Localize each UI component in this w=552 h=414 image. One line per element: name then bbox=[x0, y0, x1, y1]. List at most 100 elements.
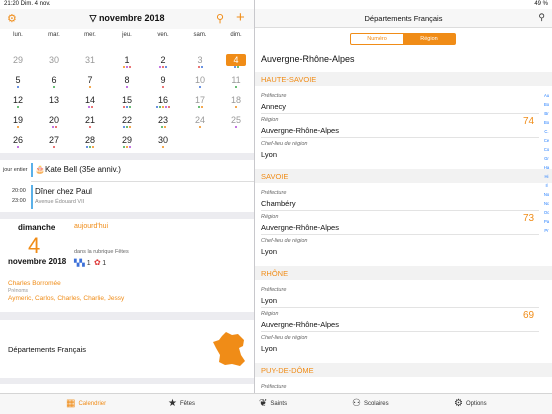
index-letter[interactable]: Hi bbox=[541, 172, 552, 181]
index-letter[interactable]: Br bbox=[541, 109, 552, 118]
chef-lieu-value[interactable]: Lyon bbox=[261, 344, 277, 353]
calendar-day[interactable]: 18 bbox=[218, 95, 254, 105]
calendar-day[interactable]: 20 bbox=[36, 115, 72, 125]
calendar-day[interactable]: 29 bbox=[0, 55, 36, 65]
chef-lieu-value[interactable]: Lyon bbox=[261, 247, 277, 256]
calendar-day[interactable]: 27 bbox=[36, 135, 72, 145]
saint-name[interactable]: Charles Borromée bbox=[8, 280, 61, 287]
calendar-day[interactable]: 21 bbox=[72, 115, 108, 125]
calendar-day[interactable]: 2 bbox=[145, 55, 181, 65]
index-letter[interactable]: Bo bbox=[541, 118, 552, 127]
index-letter[interactable]: Co bbox=[541, 145, 552, 154]
calendar-day[interactable]: 24 bbox=[182, 115, 218, 125]
weekday-header: ven. bbox=[157, 32, 169, 38]
event-dots bbox=[109, 86, 145, 90]
calendar-day[interactable]: 4 bbox=[218, 55, 254, 65]
calendar-day[interactable]: 28 bbox=[72, 135, 108, 145]
tab-fetes[interactable]: ★ Fêtes bbox=[168, 398, 195, 409]
event-dots bbox=[218, 106, 254, 110]
calendar-day[interactable]: 17 bbox=[182, 95, 218, 105]
calendar-day[interactable]: 31 bbox=[72, 55, 108, 65]
calendar-day[interactable]: 9 bbox=[145, 75, 181, 85]
index-letter[interactable]: No bbox=[541, 190, 552, 199]
event-dot bbox=[87, 106, 90, 108]
section-index[interactable]: Au Bo Br Bo C. Ce Co Gr Ha Hi Il No Nc Oc Pa Pr bbox=[541, 91, 552, 235]
event-dot bbox=[200, 66, 203, 68]
event-dots bbox=[109, 106, 145, 110]
calendar-day[interactable]: 26 bbox=[0, 135, 36, 145]
event-dot bbox=[123, 106, 125, 108]
sort-segmented-control: Numéro Région bbox=[350, 33, 456, 45]
event-dot bbox=[51, 126, 54, 128]
calendar-day[interactable]: 30 bbox=[36, 55, 72, 65]
prefecture-value[interactable]: Chambéry bbox=[261, 199, 296, 208]
index-letter[interactable]: C. bbox=[541, 127, 552, 136]
divider bbox=[261, 234, 539, 235]
calendar-day[interactable]: 14 bbox=[72, 95, 108, 105]
tab-scolaires[interactable]: ⚇ Scolaires bbox=[352, 398, 389, 409]
calendar-day[interactable]: 11 bbox=[218, 75, 254, 85]
calendar-day[interactable]: 22 bbox=[109, 115, 145, 125]
event-dots bbox=[182, 126, 218, 130]
index-letter[interactable]: Bo bbox=[541, 100, 552, 109]
event-dots bbox=[0, 126, 36, 130]
prenoms-list[interactable]: Aymeric, Carlos, Charles, Charlie, Jessy bbox=[8, 295, 124, 302]
status-time: 21:20 Dim. 4 nov. bbox=[4, 1, 51, 7]
feast-counts[interactable]: ▚▚ 1 1 bbox=[74, 259, 106, 267]
event-row[interactable]: jour entier 🎂 Kate Bell (35e anniv.) bbox=[0, 160, 254, 180]
index-letter[interactable]: Pr bbox=[541, 226, 552, 235]
prefecture-value[interactable]: Annecy bbox=[261, 102, 286, 111]
rubrique-label: dans la rubrique Fêtes bbox=[74, 249, 129, 255]
index-letter[interactable]: Ce bbox=[541, 136, 552, 145]
event-dot bbox=[156, 106, 158, 108]
index-letter[interactable]: Nc bbox=[541, 199, 552, 208]
event-color-bar bbox=[31, 185, 33, 209]
event-row[interactable]: 20:00 23:00 Dîner chez Paul Avenue Édoua… bbox=[0, 182, 254, 212]
event-dot bbox=[126, 126, 128, 128]
calendar-day[interactable]: 29 bbox=[109, 135, 145, 145]
calendar-day[interactable]: 25 bbox=[218, 115, 254, 125]
region-label: Région bbox=[261, 214, 279, 220]
calendar-day[interactable]: 15 bbox=[109, 95, 145, 105]
event-dots bbox=[109, 66, 145, 70]
region-value[interactable]: Auvergne-Rhône-Alpes bbox=[261, 126, 339, 135]
calendar-day[interactable]: 30 bbox=[145, 135, 181, 145]
prefecture-value[interactable]: Lyon bbox=[261, 296, 277, 305]
calendar-day[interactable]: 7 bbox=[72, 75, 108, 85]
departements-card[interactable]: Départements Français bbox=[0, 320, 254, 378]
tab-options[interactable]: ⚙ Options bbox=[454, 398, 487, 409]
calendar-day[interactable]: 12 bbox=[0, 95, 36, 105]
region-value[interactable]: Auvergne-Rhône-Alpes bbox=[261, 223, 339, 232]
calendar-day[interactable]: 1 bbox=[109, 55, 145, 65]
segment-numero[interactable]: Numéro bbox=[351, 34, 403, 44]
segment-region[interactable]: Région bbox=[403, 34, 455, 44]
departements-title: Départements Français bbox=[364, 14, 443, 23]
tab-calendrier[interactable]: ▦ Calendrier bbox=[66, 398, 106, 409]
search-icon[interactable]: ⚲ bbox=[538, 12, 545, 23]
calendar-day[interactable]: 23 bbox=[145, 115, 181, 125]
chef-lieu-value[interactable]: Lyon bbox=[261, 150, 277, 159]
prefecture-label: Préfecture bbox=[261, 287, 287, 293]
index-letter[interactable]: Il bbox=[541, 181, 552, 190]
region-value[interactable]: Auvergne-Rhône-Alpes bbox=[261, 320, 339, 329]
index-letter[interactable]: Ha bbox=[541, 163, 552, 172]
calendar-day[interactable]: 6 bbox=[36, 75, 72, 85]
prefecture-label: Préfecture bbox=[261, 93, 287, 99]
today-link[interactable]: aujourd'hui bbox=[74, 223, 108, 230]
add-icon[interactable]: + bbox=[236, 9, 245, 27]
calendar-day[interactable]: 13 bbox=[36, 95, 72, 105]
index-letter[interactable]: Oc bbox=[541, 208, 552, 217]
search-icon[interactable]: ⚲ bbox=[216, 12, 224, 25]
calendar-day[interactable]: 10 bbox=[182, 75, 218, 85]
calendar-day[interactable]: 19 bbox=[0, 115, 36, 125]
divider bbox=[261, 307, 539, 308]
calendar-day[interactable]: 16 bbox=[145, 95, 181, 105]
calendar-day[interactable]: 8 bbox=[109, 75, 145, 85]
index-letter[interactable]: Pa bbox=[541, 217, 552, 226]
tab-saints[interactable]: ❦ Saints bbox=[259, 398, 287, 409]
event-dots bbox=[145, 126, 181, 130]
index-letter[interactable]: Gr bbox=[541, 154, 552, 163]
calendar-day[interactable]: 5 bbox=[0, 75, 36, 85]
calendar-day[interactable]: 3 bbox=[182, 55, 218, 65]
index-letter[interactable]: Au bbox=[541, 91, 552, 100]
